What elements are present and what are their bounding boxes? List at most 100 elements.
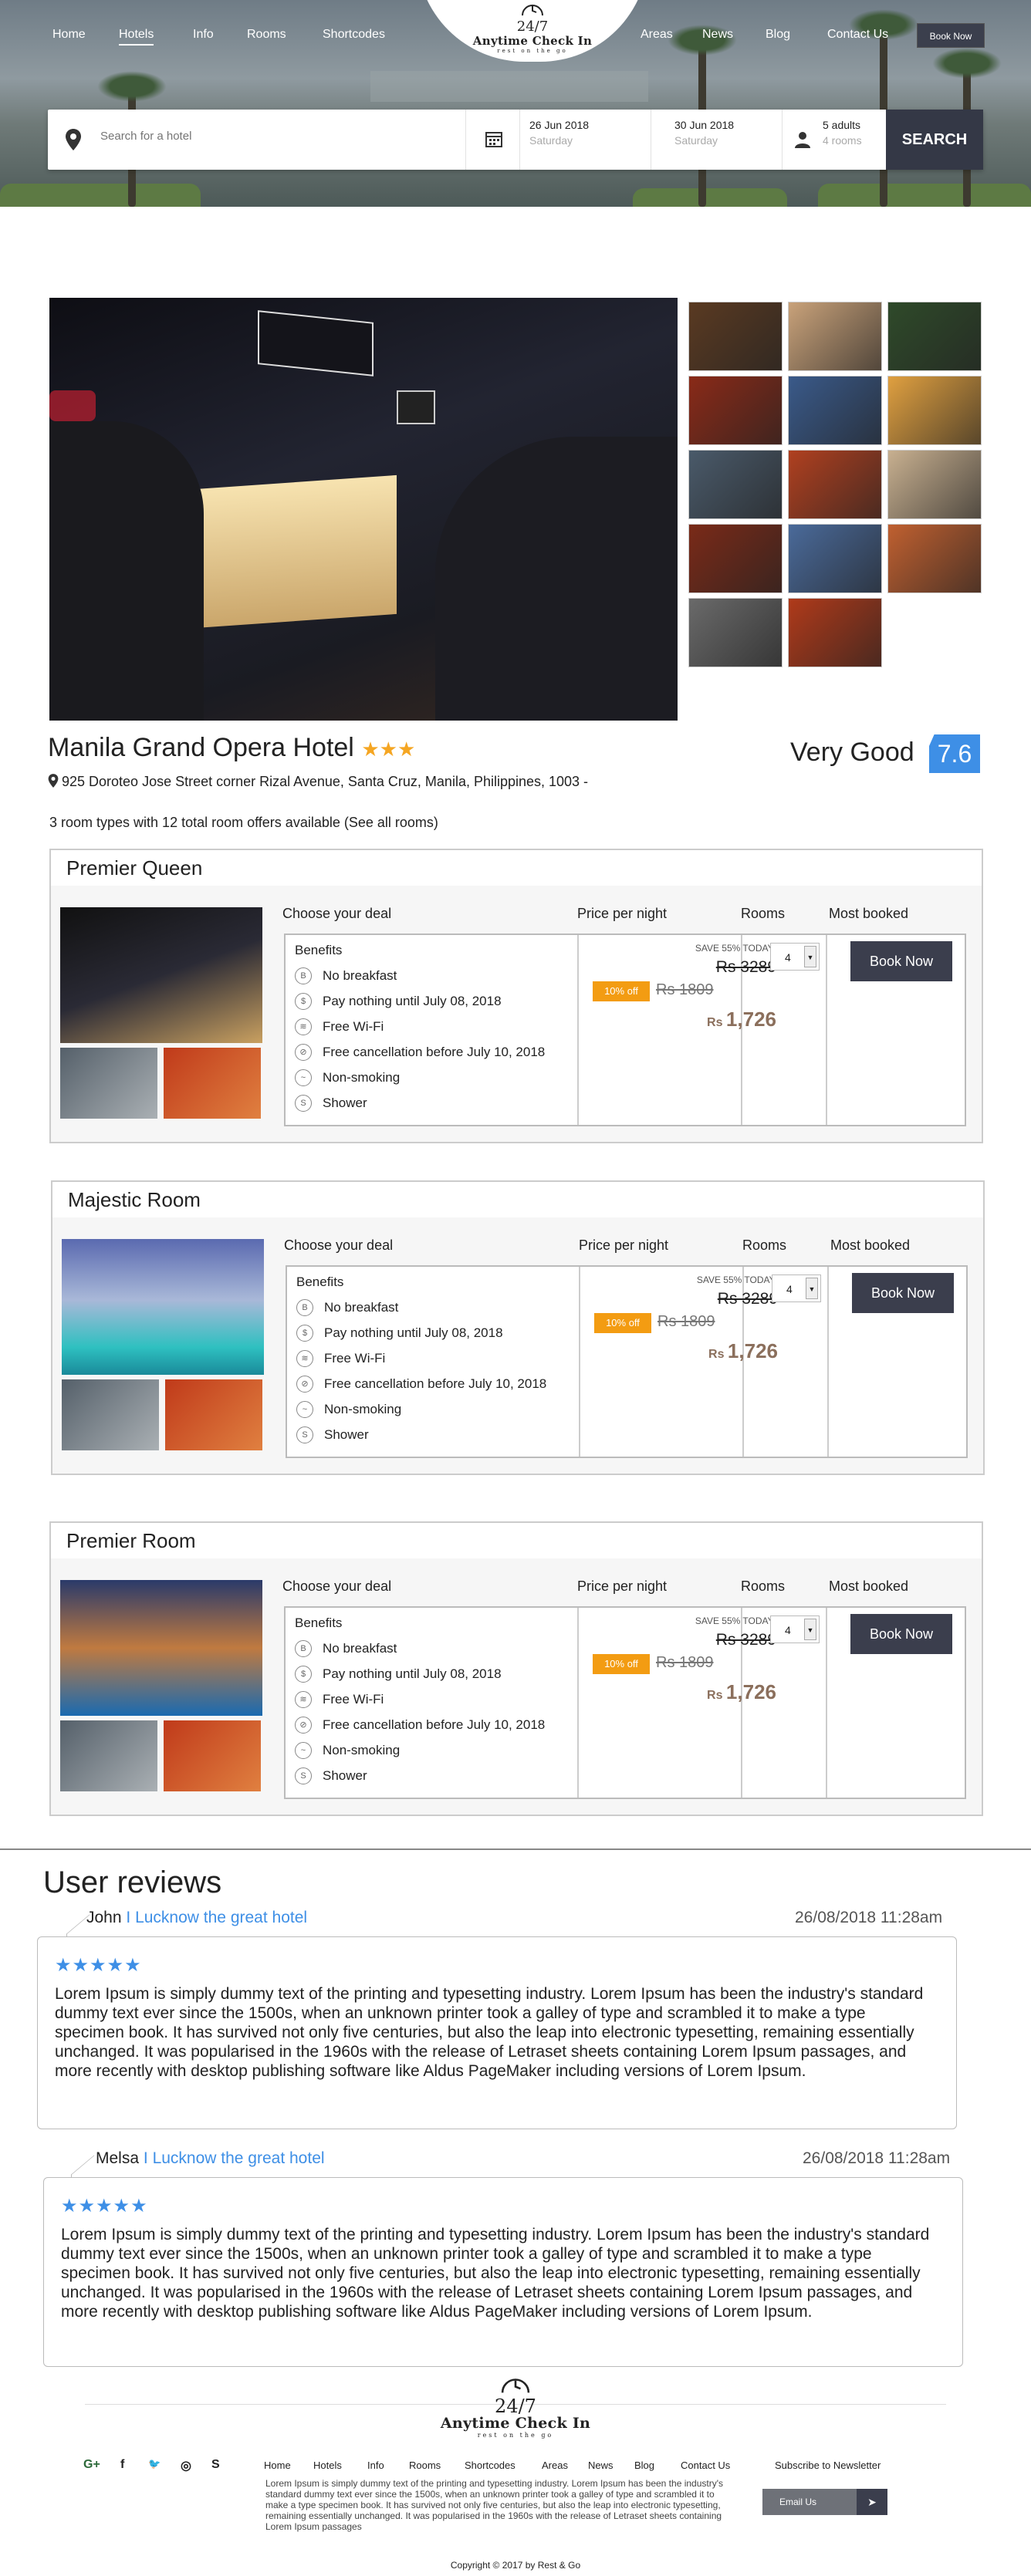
room-main-photo[interactable]	[60, 907, 262, 1043]
col-header-price: Price per night	[577, 906, 668, 921]
review-headline[interactable]: Lucknow the great hotel	[135, 1909, 307, 1926]
nav-rooms[interactable]: Rooms	[247, 28, 286, 42]
room-main-photo[interactable]	[62, 1239, 264, 1375]
hotel-main-photo[interactable]	[49, 298, 678, 721]
benefits-list: Benefits B No breakfast $ Pay nothing until …	[295, 1615, 573, 1788]
guests-field[interactable]: 5 adults 4 rooms	[783, 110, 886, 170]
room-quantity-select[interactable]: 4 ▼	[770, 1615, 820, 1643]
newsletter-title: Subscribe to Newsletter	[775, 2460, 881, 2471]
reviews-divider	[0, 1848, 1031, 1850]
site-logo[interactable]: 24/7 Anytime Check In rest on the go	[455, 2, 610, 54]
benefit-icon: ≋	[295, 1690, 312, 1708]
twitter-icon[interactable]: 🐦	[148, 2458, 161, 2470]
checkin-day: Saturday	[529, 134, 573, 147]
gallery-thumbnail[interactable]	[688, 524, 783, 593]
footer-nav-info[interactable]: Info	[367, 2460, 384, 2471]
checkin-date: 26 Jun 2018	[529, 119, 590, 131]
review-header: John I Lucknow the great hotel	[86, 1909, 307, 1927]
search-input[interactable]	[100, 130, 440, 143]
checkout-field[interactable]: 30 Jun 2018 Saturday	[651, 110, 783, 170]
book-now-header-button[interactable]: Book Now	[917, 23, 985, 48]
gallery-thumbnail[interactable]	[688, 450, 783, 519]
skype-icon[interactable]: S	[211, 2458, 220, 2472]
review-card: ★★★★★ Lorem Ipsum is simply dummy text o…	[43, 2177, 963, 2367]
benefit-label: Pay nothing until July 08, 2018	[323, 1666, 502, 1681]
hotel-sign	[258, 310, 374, 376]
original-price: Rs 3289	[715, 1631, 776, 1649]
room-thumb-photo[interactable]	[164, 1720, 261, 1791]
chevron-down-icon[interactable]: ▼	[804, 1619, 816, 1640]
nav-news[interactable]: News	[702, 28, 733, 42]
footer-nav-hotels[interactable]: Hotels	[313, 2460, 342, 2471]
gallery-thumbnail[interactable]	[688, 302, 783, 371]
gallery-thumbnail[interactable]	[887, 450, 982, 519]
discount-badge: 10% off	[593, 1654, 650, 1674]
col-header-price: Price per night	[579, 1237, 669, 1253]
footer-logo[interactable]: 24/7 Anytime Check In rest on the go	[438, 2375, 593, 2439]
gallery-thumbnail[interactable]	[788, 302, 882, 371]
nav-info[interactable]: Info	[193, 28, 214, 42]
nav-shortcodes[interactable]: Shortcodes	[323, 28, 385, 42]
footer-nav-news[interactable]: News	[588, 2460, 614, 2471]
gallery-thumbnail[interactable]	[688, 376, 783, 445]
gallery-thumbnail[interactable]	[887, 376, 982, 445]
nav-areas[interactable]: Areas	[641, 28, 673, 42]
footer-logo-name: Anytime Check In	[440, 2415, 591, 2432]
send-icon[interactable]: ➤	[857, 2489, 887, 2515]
room-thumb-photo[interactable]	[60, 1048, 157, 1119]
search-field[interactable]	[48, 110, 466, 170]
nav-contact[interactable]: Contact Us	[827, 28, 888, 42]
benefit-label: Free cancellation before July 10, 2018	[323, 1044, 546, 1059]
footer-nav-shortcodes[interactable]: Shortcodes	[465, 2460, 516, 2471]
room-main-photo[interactable]	[60, 1580, 262, 1716]
gallery-thumbnail[interactable]	[788, 376, 882, 445]
nav-blog[interactable]: Blog	[766, 28, 790, 42]
nav-hotels[interactable]: Hotels	[119, 28, 154, 46]
review-text: Lorem Ipsum is simply dummy text of the …	[55, 1985, 924, 2080]
facebook-icon[interactable]: f	[120, 2458, 124, 2472]
benefit-row: ~ Non-smoking	[295, 1737, 573, 1763]
book-now-button[interactable]: Book Now	[852, 1273, 954, 1313]
gallery-thumbnail[interactable]	[887, 302, 982, 371]
search-button[interactable]: SEARCH	[886, 110, 983, 170]
chevron-down-icon[interactable]: ▼	[806, 1278, 818, 1299]
room-summary[interactable]: 3 room types with 12 total room offers a…	[49, 815, 438, 831]
benefit-icon: S	[296, 1426, 313, 1443]
nav-home[interactable]: Home	[52, 28, 86, 42]
footer-nav-contact[interactable]: Contact Us	[681, 2460, 730, 2471]
room-thumb-photo[interactable]	[165, 1379, 262, 1450]
footer-nav-home[interactable]: Home	[264, 2460, 291, 2471]
save-label: SAVE 55% TODAY!	[695, 1615, 776, 1626]
book-now-button[interactable]: Book Now	[850, 941, 952, 981]
book-now-button[interactable]: Book Now	[850, 1614, 952, 1654]
gallery-thumbnail[interactable]	[887, 524, 982, 593]
benefit-label: Pay nothing until July 08, 2018	[324, 1325, 503, 1340]
google-plus-icon[interactable]: G+	[83, 2458, 100, 2472]
column-divider	[577, 935, 579, 1125]
benefit-row: B No breakfast	[295, 963, 573, 988]
room-title: Premier Room	[51, 1523, 982, 1558]
rating-score: 7.6	[929, 734, 980, 773]
calendar-segment[interactable]	[466, 110, 520, 170]
gallery-thumbnail[interactable]	[688, 598, 783, 667]
room-thumb-photo[interactable]	[164, 1048, 261, 1119]
car-right	[435, 437, 678, 721]
footer-nav-rooms[interactable]: Rooms	[409, 2460, 441, 2471]
checkin-field[interactable]: 26 Jun 2018 Saturday	[520, 110, 651, 170]
footer-nav-areas[interactable]: Areas	[542, 2460, 568, 2471]
room-thumb-photo[interactable]	[60, 1720, 157, 1791]
gallery-thumbnail[interactable]	[788, 450, 882, 519]
gallery-thumbnail[interactable]	[788, 598, 882, 667]
review-headline[interactable]: Lucknow the great hotel	[153, 2149, 325, 2167]
chevron-down-icon[interactable]: ▼	[804, 946, 816, 967]
room-quantity-select[interactable]: 4 ▼	[770, 943, 820, 971]
footer-nav-blog[interactable]: Blog	[634, 2460, 654, 2471]
clock-icon	[522, 5, 543, 16]
room-thumb-photo[interactable]	[62, 1379, 159, 1450]
benefit-icon: B	[296, 1298, 313, 1316]
gallery-thumbnail[interactable]	[788, 524, 882, 593]
benefit-icon: B	[295, 1639, 312, 1657]
discount-badge: 10% off	[594, 1313, 651, 1333]
instagram-icon[interactable]: ◎	[181, 2458, 191, 2473]
room-quantity-select[interactable]: 4 ▼	[772, 1274, 821, 1302]
